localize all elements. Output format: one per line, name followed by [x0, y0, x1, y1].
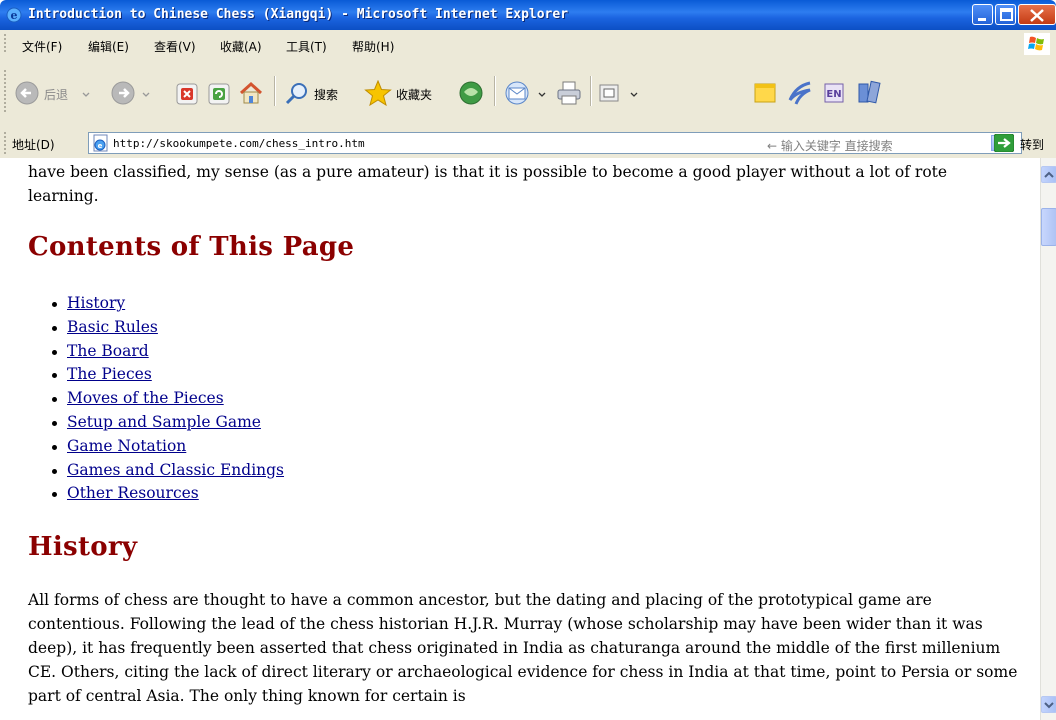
favorites-label: 收藏夹 — [396, 88, 433, 102]
maximize-button[interactable] — [995, 4, 1016, 25]
toc-link-moves[interactable]: Moves of the Pieces — [67, 389, 224, 407]
table-of-contents: History Basic Rules The Board The Pieces… — [52, 292, 284, 506]
address-bar: 地址(D) e http://skookumpete.com/chess_int… — [0, 128, 1056, 159]
mail-icon — [505, 81, 529, 105]
intro-paragraph: have been classified, my sense (as a pur… — [28, 163, 948, 205]
toolbar: 后退 搜索 收藏夹 EN — [0, 58, 1056, 129]
scroll-down-button[interactable] — [1041, 696, 1056, 713]
toc-item: The Pieces — [52, 363, 284, 387]
maximize-icon — [1000, 8, 1013, 21]
svg-text:e: e — [11, 9, 18, 22]
search-label: 搜索 — [314, 88, 339, 102]
page-icon: e — [93, 134, 108, 152]
minimize-icon — [978, 18, 986, 21]
media-icon[interactable] — [458, 80, 484, 106]
svg-text:EN: EN — [826, 89, 841, 100]
toc-item: Setup and Sample Game — [52, 411, 284, 435]
toc-item: Other Resources — [52, 482, 284, 506]
back-arrow-icon — [15, 81, 39, 105]
scroll-thumb[interactable] — [1041, 208, 1056, 246]
menu-file[interactable]: 文件(F) — [22, 38, 62, 55]
toolbar-grip — [4, 70, 6, 114]
history-paragraph: All forms of chess are thought to have a… — [28, 591, 1018, 705]
print-icon[interactable] — [556, 80, 582, 106]
windows-logo-icon — [1024, 33, 1050, 55]
menu-bar: 文件(F) 编辑(E) 查看(V) 收藏(A) 工具(T) 帮助(H) — [0, 30, 1056, 59]
menu-view[interactable]: 查看(V) — [154, 38, 196, 55]
keyword-search-field[interactable]: ← 输入关键字 直接搜索 — [767, 137, 893, 154]
back-label: 后退 — [44, 88, 69, 102]
menu-edit[interactable]: 编辑(E) — [88, 38, 129, 55]
address-url: http://skookumpete.com/chess_intro.htm — [113, 137, 365, 150]
star-icon — [364, 80, 392, 106]
chevron-down-icon — [1044, 702, 1054, 709]
toolbar-separator — [590, 76, 592, 106]
address-input[interactable]: e http://skookumpete.com/chess_intro.htm… — [88, 132, 1022, 154]
mail-button[interactable] — [504, 80, 550, 108]
history-heading: History — [28, 532, 138, 562]
toc-item: Game Notation — [52, 435, 284, 459]
forward-button[interactable] — [110, 80, 156, 108]
mail-dropdown-icon — [538, 92, 546, 97]
toolbar-separator — [274, 76, 276, 106]
edit-page-icon — [599, 84, 619, 102]
minimize-button[interactable] — [972, 4, 993, 25]
toc-link-pieces[interactable]: The Pieces — [67, 365, 152, 383]
back-dropdown-icon — [82, 92, 90, 97]
address-grip — [4, 132, 6, 154]
toc-link-setup[interactable]: Setup and Sample Game — [67, 413, 261, 431]
forward-dropdown-icon — [142, 92, 150, 97]
scroll-up-button[interactable] — [1041, 166, 1056, 183]
page-content: have been classified, my sense (as a pur… — [0, 158, 1040, 720]
menu-favorites[interactable]: 收藏(A) — [220, 38, 262, 55]
address-label: 地址(D) — [12, 138, 55, 152]
toc-item: History — [52, 292, 284, 316]
title-bar: e Introduction to Chinese Chess (Xiangqi… — [0, 0, 1056, 30]
toc-item: Games and Classic Endings — [52, 459, 284, 483]
go-label[interactable]: 转到 — [1020, 136, 1044, 153]
chevron-up-icon — [1044, 171, 1054, 178]
home-icon[interactable] — [238, 81, 264, 105]
research-icon[interactable]: EN — [822, 80, 848, 106]
stop-icon[interactable] — [176, 83, 198, 105]
close-icon — [1030, 9, 1044, 22]
close-button[interactable] — [1018, 4, 1056, 25]
tools-icon[interactable] — [856, 80, 884, 106]
go-arrow-icon[interactable] — [994, 134, 1014, 152]
toc-link-notation[interactable]: Game Notation — [67, 437, 186, 455]
menu-help[interactable]: 帮助(H) — [352, 38, 394, 55]
note-icon[interactable] — [752, 80, 778, 106]
vertical-scrollbar[interactable] — [1040, 158, 1056, 720]
toc-item: Moves of the Pieces — [52, 387, 284, 411]
ie-icon: e — [6, 7, 22, 23]
toc-item: Basic Rules — [52, 316, 284, 340]
menu-tools[interactable]: 工具(T) — [286, 38, 327, 55]
search-icon — [285, 83, 307, 105]
toc-link-basic-rules[interactable]: Basic Rules — [67, 318, 158, 336]
menu-grip — [4, 34, 6, 54]
toc-link-resources[interactable]: Other Resources — [67, 484, 199, 502]
refresh-icon[interactable] — [208, 83, 230, 105]
messenger-icon[interactable] — [786, 80, 814, 106]
search-button[interactable]: 搜索 — [284, 80, 354, 108]
toc-link-board[interactable]: The Board — [67, 342, 149, 360]
toc-item: The Board — [52, 340, 284, 364]
toc-link-games[interactable]: Games and Classic Endings — [67, 461, 284, 479]
edit-button[interactable] — [598, 82, 646, 106]
toolbar-separator — [494, 76, 496, 106]
window-title: Introduction to Chinese Chess (Xiangqi) … — [28, 7, 569, 22]
contents-heading: Contents of This Page — [28, 232, 355, 262]
favorites-button[interactable]: 收藏夹 — [364, 80, 454, 108]
svg-text:e: e — [98, 142, 103, 150]
edit-dropdown-icon — [630, 92, 638, 97]
toc-link-history[interactable]: History — [67, 294, 125, 312]
back-button[interactable]: 后退 — [14, 80, 94, 108]
forward-arrow-icon — [111, 81, 135, 105]
